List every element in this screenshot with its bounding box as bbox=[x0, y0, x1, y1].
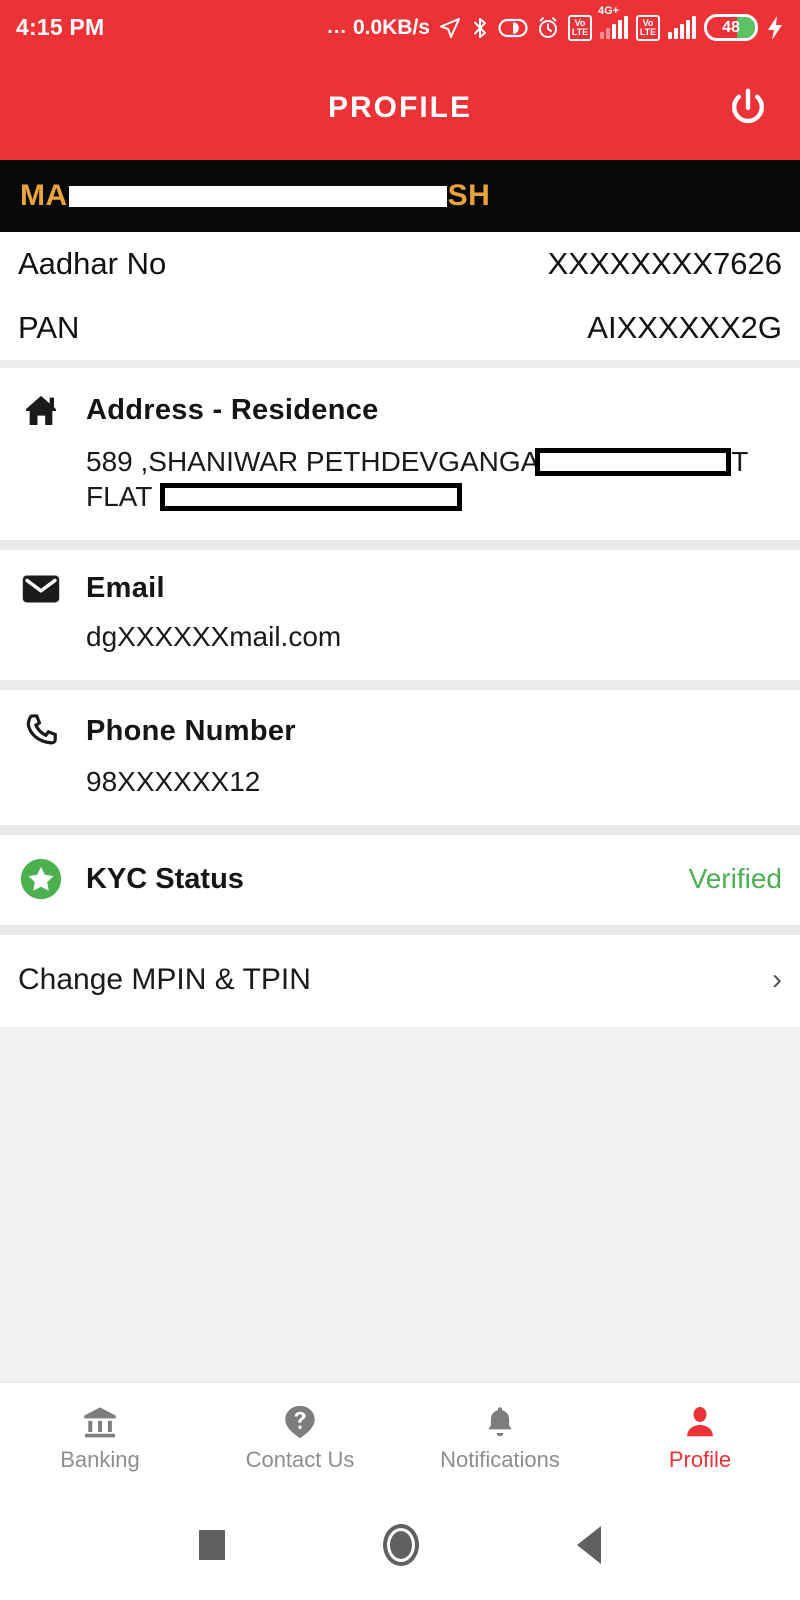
address-redaction-1 bbox=[535, 447, 732, 476]
triangle-back-icon bbox=[577, 1526, 601, 1564]
pan-value: AIXXXXXX2G bbox=[587, 310, 782, 345]
email-title: Email bbox=[86, 572, 165, 604]
change-mpin-section: Change MPIN & TPIN › bbox=[0, 935, 800, 1027]
email-value: dgXXXXXXmail.com bbox=[86, 621, 342, 652]
change-mpin-row[interactable]: Change MPIN & TPIN › bbox=[0, 935, 800, 1027]
kyc-section: KYC Status Verified bbox=[0, 835, 800, 925]
location-arrow-icon bbox=[438, 16, 462, 40]
status-bar: 4:15 PM ... 0.0KB/s Vo LTE 4G+ Vo LTE 48 bbox=[0, 0, 800, 55]
section-divider-1 bbox=[0, 360, 800, 368]
battery-level-label: 48 bbox=[722, 18, 740, 36]
nav-label-contact-us: Contact Us bbox=[245, 1446, 355, 1472]
page-title: PROFILE bbox=[327, 90, 472, 124]
person-icon bbox=[682, 1401, 718, 1441]
android-navigation-bar bbox=[0, 1490, 800, 1600]
email-section: Email dgXXXXXXmail.com bbox=[0, 550, 800, 680]
bell-icon bbox=[482, 1401, 518, 1441]
address-title: Address - Residence bbox=[86, 393, 379, 426]
phone-icon bbox=[18, 712, 64, 750]
nav-item-contact-us[interactable]: Contact Us bbox=[200, 1401, 400, 1473]
signal-icon-4g: 4G+ bbox=[598, 5, 628, 39]
volte-icon-2: Vo LTE bbox=[636, 14, 660, 41]
app-header: PROFILE bbox=[0, 55, 800, 160]
dnd-icon bbox=[498, 17, 528, 39]
identity-card: Aadhar No XXXXXXXX7626 PAN AIXXXXXX2G bbox=[0, 232, 800, 360]
address-line-1-trailing: T bbox=[731, 446, 749, 477]
nav-item-profile[interactable]: Profile bbox=[600, 1401, 800, 1473]
kyc-title: KYC Status bbox=[86, 862, 244, 895]
table-row-aadhar: Aadhar No XXXXXXXX7626 bbox=[0, 232, 800, 296]
table-row-pan: PAN AIXXXXXX2G bbox=[0, 296, 800, 360]
nav-item-banking[interactable]: Banking bbox=[0, 1401, 200, 1473]
bank-icon bbox=[81, 1401, 119, 1441]
recents-button[interactable] bbox=[199, 1530, 225, 1560]
envelope-icon bbox=[18, 574, 64, 604]
status-badge: Verified bbox=[688, 863, 782, 894]
section-divider-3 bbox=[0, 680, 800, 690]
status-time: 4:15 PM bbox=[16, 14, 105, 40]
chevron-right-icon: › bbox=[772, 963, 782, 996]
address-section: Address - Residence 589 ,SHANIWAR PETHDE… bbox=[0, 368, 800, 540]
nav-label-notifications: Notifications bbox=[440, 1446, 560, 1472]
aadhar-value: XXXXXXXX7626 bbox=[547, 246, 782, 281]
volte-line-2: LTE bbox=[571, 26, 589, 37]
bluetooth-icon bbox=[470, 16, 490, 40]
address-line-1-text: 589 ,SHANIWAR PETHDEVGANGA bbox=[86, 446, 540, 477]
account-name-suffix: SH bbox=[447, 179, 491, 212]
help-bubble-icon bbox=[281, 1401, 319, 1441]
address-redaction-2 bbox=[160, 482, 463, 511]
bottom-navigation: Banking Contact Us Notifications Profile bbox=[0, 1382, 800, 1490]
power-icon bbox=[732, 88, 764, 123]
account-name: MA SH bbox=[20, 179, 490, 213]
section-divider-5 bbox=[0, 925, 800, 935]
address-body: 589 ,SHANIWAR PETHDEVGANGA T FLAT bbox=[86, 444, 782, 514]
logout-button[interactable] bbox=[722, 82, 774, 134]
phone-title: Phone Number bbox=[86, 714, 296, 747]
account-name-prefix: MA bbox=[20, 179, 68, 212]
account-name-bar: MA SH bbox=[0, 160, 800, 232]
phone-section: Phone Number 98XXXXXX12 bbox=[0, 690, 800, 825]
empty-area bbox=[0, 1027, 800, 1197]
address-line-2: FLAT bbox=[86, 479, 782, 514]
home-icon bbox=[18, 390, 64, 430]
name-redaction bbox=[68, 185, 447, 207]
nav-label-banking: Banking bbox=[60, 1446, 140, 1472]
volte-icon: Vo LTE bbox=[568, 14, 592, 41]
section-divider-2 bbox=[0, 540, 800, 550]
profile-screen: 4:15 PM ... 0.0KB/s Vo LTE 4G+ Vo LTE 48… bbox=[0, 0, 800, 1600]
circle-icon bbox=[383, 1524, 419, 1566]
section-divider-4 bbox=[0, 825, 800, 835]
address-line-2-text: FLAT bbox=[86, 481, 153, 512]
alarm-icon bbox=[536, 16, 560, 40]
speed-dots-icon: ... bbox=[327, 16, 347, 38]
address-line-1: 589 ,SHANIWAR PETHDEVGANGA T bbox=[86, 444, 782, 479]
network-type-label: 4G+ bbox=[598, 4, 620, 17]
home-button[interactable] bbox=[383, 1524, 419, 1566]
volte2-line-2: LTE bbox=[639, 26, 657, 37]
nav-item-notifications[interactable]: Notifications bbox=[400, 1401, 600, 1473]
charging-bolt-icon bbox=[766, 15, 784, 41]
pan-label: PAN bbox=[18, 310, 80, 345]
change-mpin-label: Change MPIN & TPIN bbox=[18, 963, 311, 996]
network-speed-label: 0.0KB/s bbox=[352, 15, 430, 39]
square-icon bbox=[199, 1530, 225, 1560]
phone-value: 98XXXXXX12 bbox=[86, 766, 261, 797]
signal-icon-2 bbox=[668, 15, 696, 39]
aadhar-label: Aadhar No bbox=[18, 246, 167, 281]
nav-label-profile: Profile bbox=[668, 1446, 732, 1472]
battery-icon: 48 bbox=[704, 14, 758, 41]
star-circle-icon bbox=[18, 857, 64, 901]
back-button[interactable] bbox=[577, 1526, 601, 1564]
